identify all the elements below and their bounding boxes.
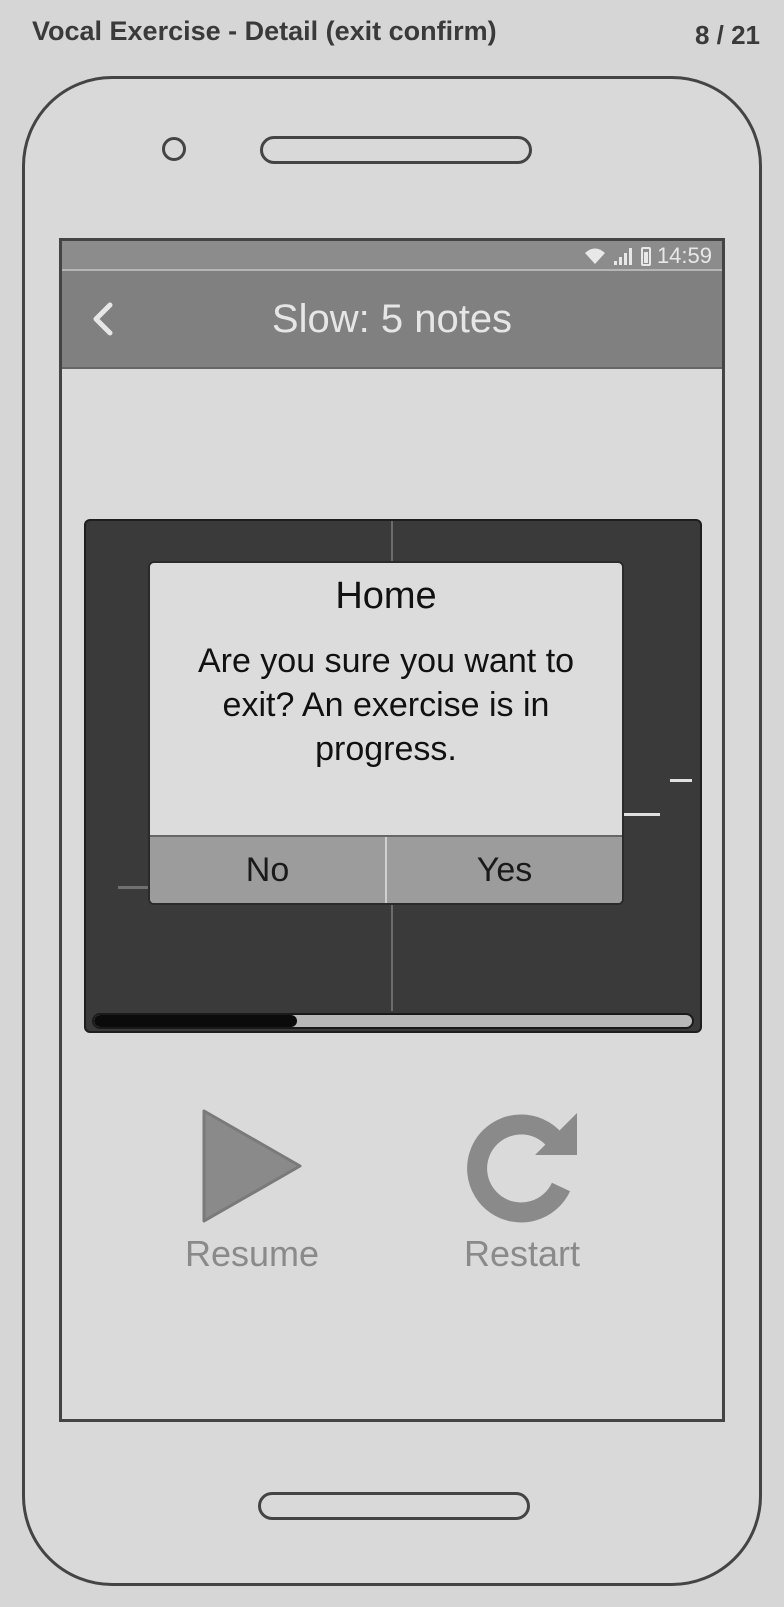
restart-label: Restart bbox=[463, 1233, 581, 1274]
note-marker bbox=[624, 813, 660, 816]
page-counter: 8 / 21 bbox=[694, 20, 760, 50]
no-button[interactable]: No bbox=[150, 837, 387, 903]
dialog-title: Home bbox=[335, 575, 437, 617]
note-marker bbox=[670, 779, 692, 782]
resume-button[interactable]: Resume bbox=[172, 1109, 332, 1275]
battery-icon bbox=[640, 246, 651, 266]
camera-icon bbox=[162, 137, 186, 161]
screen-title: Slow: 5 notes bbox=[271, 297, 513, 341]
progress-fill bbox=[94, 1015, 298, 1027]
page: Vocal Exercise - Detail (exit confirm) 8… bbox=[0, 0, 784, 1607]
restart-button[interactable]: Restart bbox=[452, 1109, 592, 1275]
exit-confirm-dialog: Home Are you sure you want to exit? An e… bbox=[148, 561, 624, 905]
yes-button[interactable]: Yes bbox=[387, 837, 622, 903]
home-button[interactable] bbox=[258, 1492, 530, 1520]
dialog-message: Are you sure you want to exit? An exerci… bbox=[197, 642, 575, 768]
speaker-grille bbox=[260, 136, 532, 164]
signal-icon bbox=[613, 248, 632, 265]
wifi-icon bbox=[584, 248, 605, 264]
exercise-progress-bar bbox=[92, 1013, 694, 1029]
phone-screen: 14:59 Slow: 5 notes Home Are you sure yo… bbox=[59, 238, 725, 1422]
restart-icon bbox=[467, 1113, 577, 1223]
app-bar: Slow: 5 notes bbox=[62, 271, 722, 369]
resume-label: Resume bbox=[184, 1233, 320, 1274]
page-title: Vocal Exercise - Detail (exit confirm) bbox=[32, 16, 497, 46]
status-bar: 14:59 bbox=[62, 241, 722, 271]
status-time: 14:59 bbox=[656, 243, 712, 268]
play-icon bbox=[202, 1109, 302, 1223]
note-marker bbox=[118, 886, 152, 889]
dialog-button-row: No Yes bbox=[150, 835, 622, 903]
status-icons: 14:59 bbox=[583, 243, 712, 269]
